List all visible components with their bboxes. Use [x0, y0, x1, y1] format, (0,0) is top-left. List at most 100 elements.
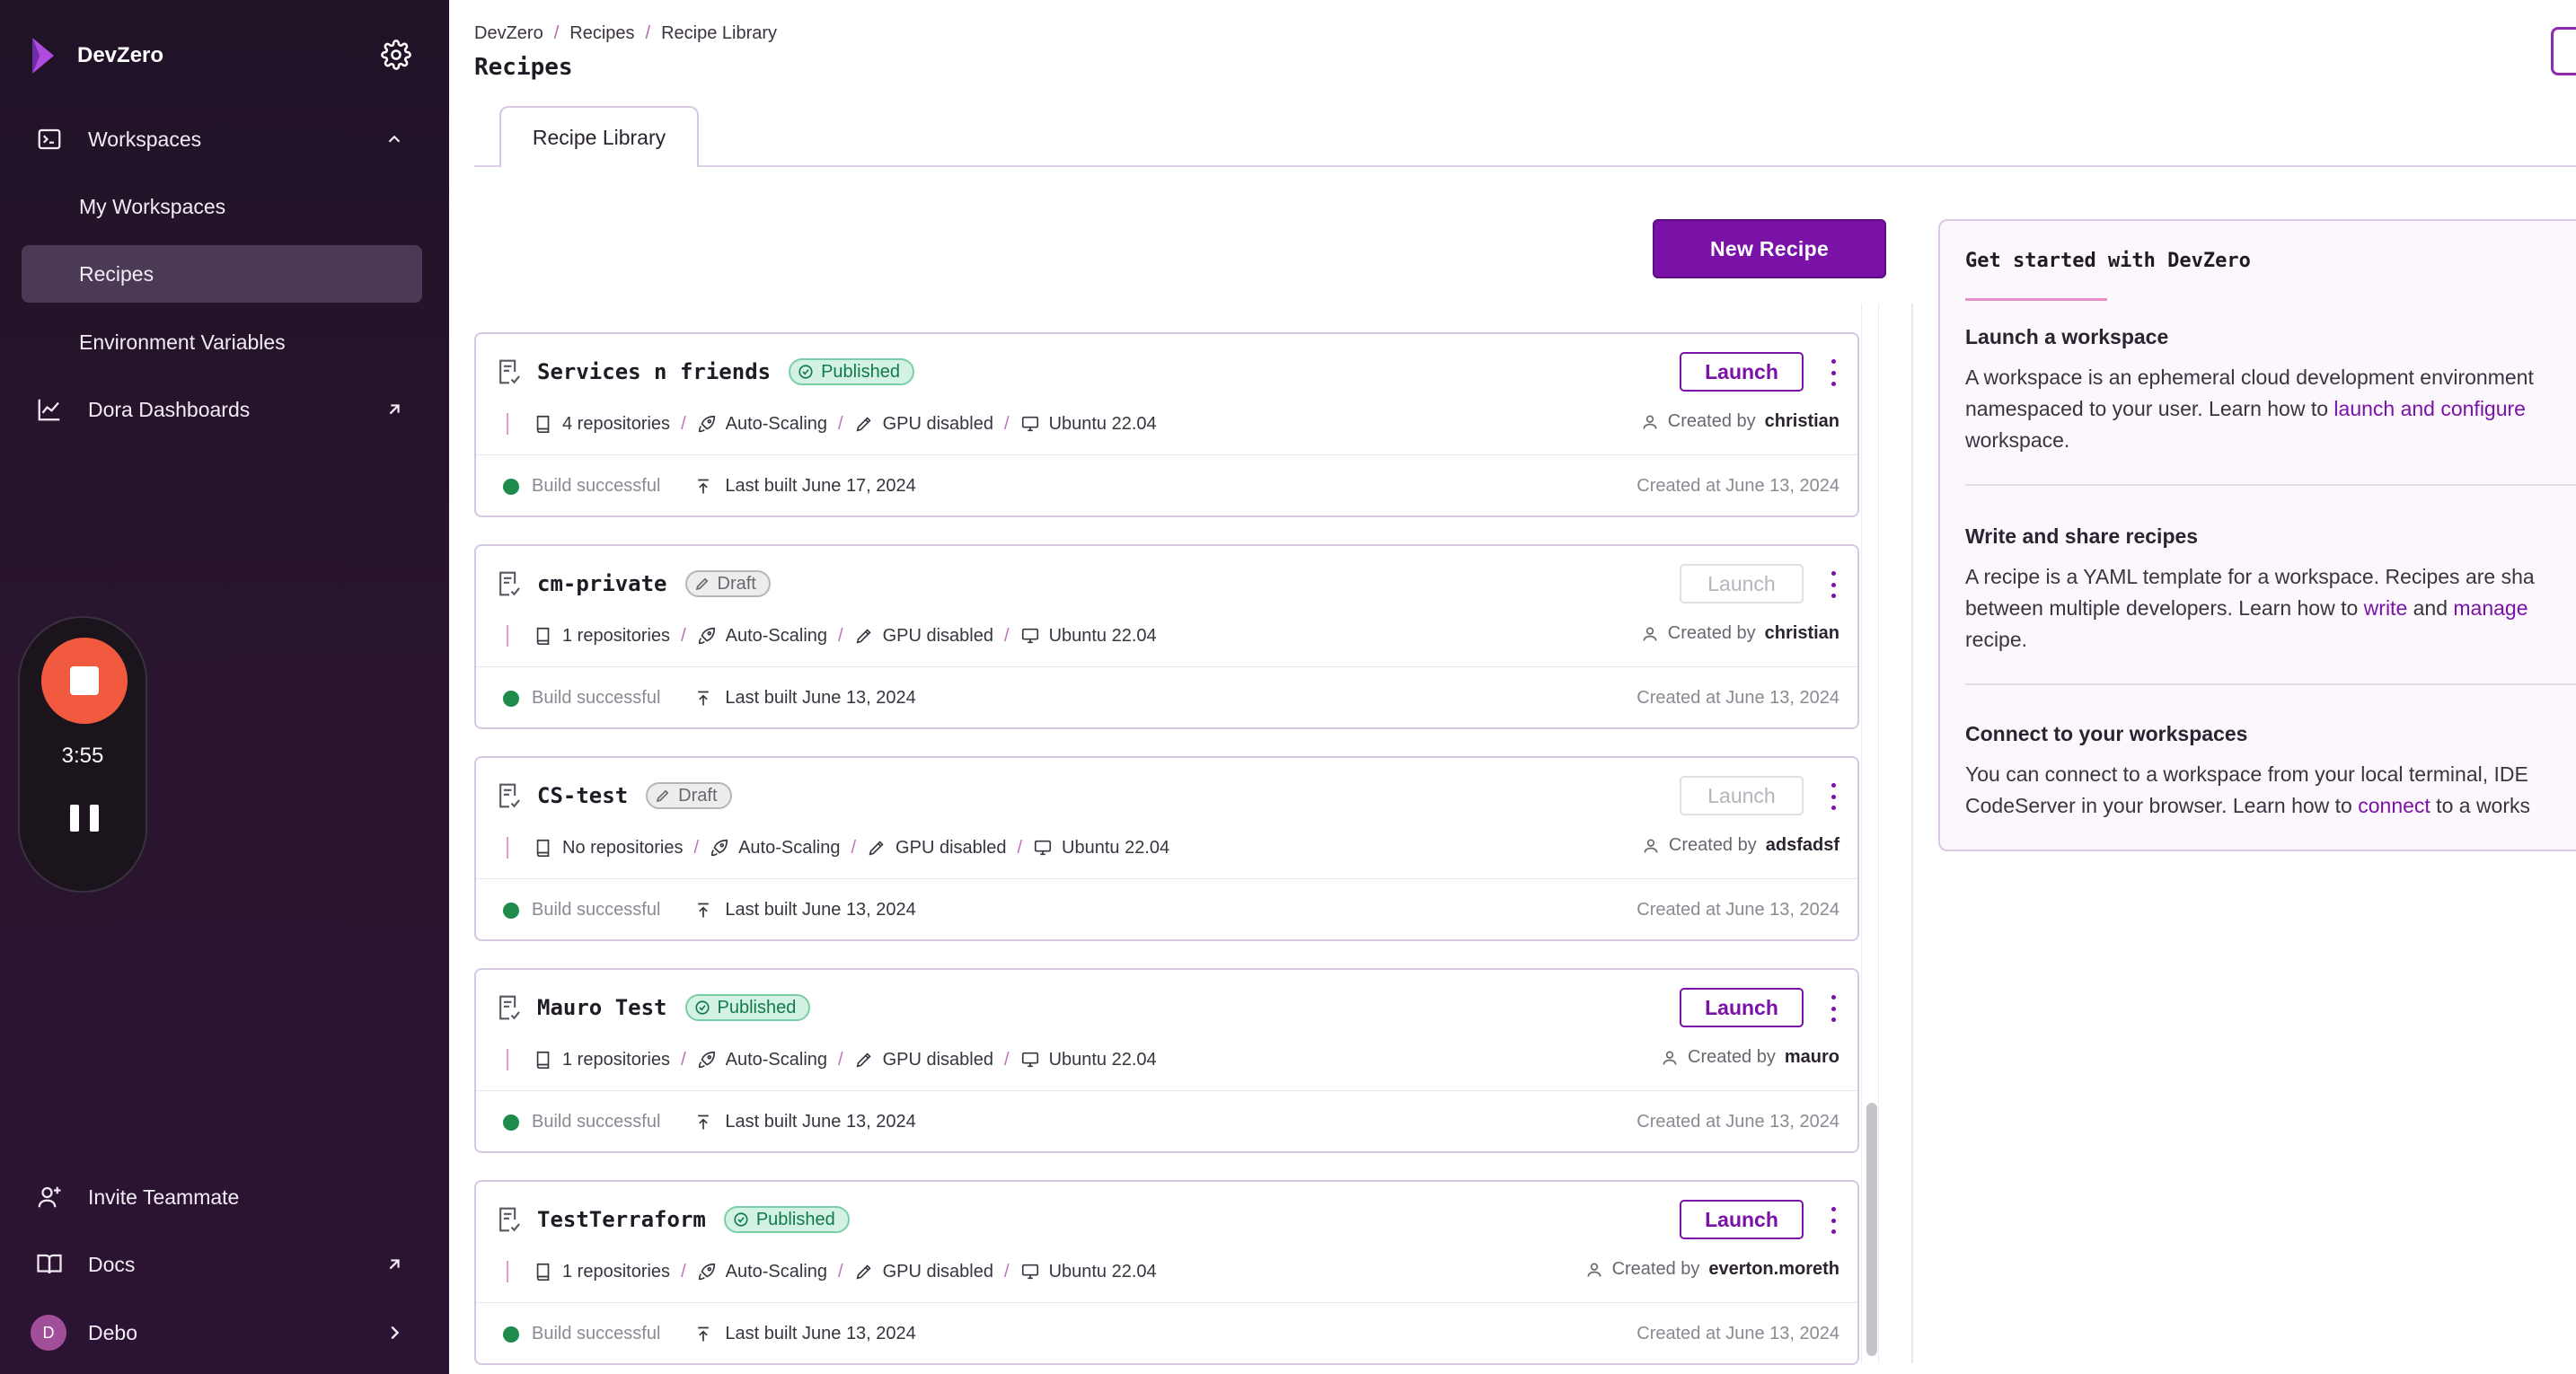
meta-separator: / — [1004, 625, 1010, 646]
created-at: Created at June 13, 2024 — [1636, 1324, 1839, 1343]
write-link[interactable]: write — [2364, 596, 2408, 620]
terminal-icon — [32, 122, 66, 156]
breadcrumb-devzero[interactable]: DevZero — [474, 23, 543, 44]
recipe-name[interactable]: Services n friends — [537, 359, 771, 384]
gear-icon[interactable] — [381, 40, 411, 70]
recipe-card[interactable]: CS-test Draft Launch No repositories / A… — [474, 756, 1859, 941]
pencil-icon — [695, 577, 708, 591]
section-divider — [1965, 484, 2576, 486]
published-badge: Published — [789, 358, 914, 385]
recipe-name[interactable]: Mauro Test — [537, 995, 667, 1020]
recipe-meta: 4 repositories / Auto-Scaling / GPU disa… — [507, 410, 1157, 438]
recipe-name[interactable]: TestTerraform — [537, 1207, 706, 1232]
launch-configure-link[interactable]: launch and configure — [2333, 397, 2526, 420]
status-label: Published — [821, 361, 900, 382]
nav-recipes[interactable]: Recipes — [22, 245, 422, 303]
gpu-info: GPU disabled — [854, 414, 993, 435]
upload-icon — [698, 691, 710, 705]
pause-icon[interactable] — [70, 805, 99, 833]
user-icon — [1587, 1263, 1601, 1277]
gpu-label: GPU disabled — [882, 625, 993, 646]
recipe-name[interactable]: cm-private — [537, 571, 667, 596]
page-title: Recipes — [474, 54, 573, 81]
last-built: Last built June 13, 2024 — [694, 1112, 916, 1132]
tab-recipe-library[interactable]: Recipe Library — [499, 106, 699, 167]
nav-dora-dashboards[interactable]: Dora Dashboards — [22, 382, 422, 437]
meta-accent-bar — [507, 1049, 508, 1070]
recipe-card[interactable]: cm-private Draft Launch 1 repositories /… — [474, 544, 1859, 729]
repositories-count: 1 repositories — [562, 1049, 671, 1070]
section-divider — [1965, 683, 2576, 685]
created-by-label: Created by — [1611, 1259, 1700, 1279]
status-label: Draft — [678, 785, 718, 806]
pen-icon — [869, 841, 884, 856]
more-options-icon[interactable] — [1829, 571, 1838, 598]
breadcrumb-recipes[interactable]: Recipes — [569, 23, 634, 44]
header-action-button[interactable] — [2551, 27, 2576, 75]
created-by: Created by mauro — [1661, 1047, 1839, 1068]
more-options-icon[interactable] — [1829, 783, 1838, 810]
recipe-card[interactable]: Mauro Test Published Launch 1 repositori… — [474, 968, 1859, 1153]
nav-workspaces[interactable]: Workspaces — [22, 111, 422, 167]
recipe-meta: 1 repositories / Auto-Scaling / GPU disa… — [507, 621, 1157, 650]
more-options-icon[interactable] — [1829, 359, 1838, 386]
recipe-card[interactable]: TestTerraform Published Launch 1 reposit… — [474, 1180, 1859, 1365]
meta-separator: / — [1017, 837, 1023, 858]
manage-link[interactable]: manage — [2453, 596, 2527, 620]
scrollbar-thumb[interactable] — [1866, 1103, 1877, 1356]
chart-line-icon — [32, 392, 66, 427]
launch-button: Launch — [1680, 564, 1804, 603]
last-built-label: Last built June 13, 2024 — [725, 1324, 916, 1343]
breadcrumb-recipe-library[interactable]: Recipe Library — [661, 23, 777, 44]
card-divider — [476, 454, 1857, 455]
check-circle-icon — [798, 365, 813, 379]
recipe-card[interactable]: Services n friends Published Launch 4 re… — [474, 332, 1859, 517]
brand[interactable]: DevZero — [29, 34, 163, 77]
connect-link[interactable]: connect — [2358, 794, 2430, 817]
nav-my-workspaces[interactable]: My Workspaces — [22, 178, 422, 235]
nav-invite-teammate[interactable]: Invite Teammate — [22, 1169, 422, 1225]
nav-docs-label: Docs — [88, 1252, 136, 1276]
build-status-label: Build successful — [532, 900, 661, 920]
more-options-icon[interactable] — [1829, 1207, 1838, 1234]
nav-docs[interactable]: Docs — [22, 1237, 422, 1292]
meta-separator: / — [838, 1261, 843, 1282]
os-info: Ubuntu 22.04 — [1020, 414, 1157, 435]
meta-separator: / — [838, 413, 843, 434]
launch-button[interactable]: Launch — [1680, 352, 1804, 392]
nav-environment-variables[interactable]: Environment Variables — [22, 313, 422, 371]
build-success-dot — [503, 1326, 519, 1343]
recipe-meta: 1 repositories / Auto-Scaling / GPU disa… — [507, 1045, 1157, 1074]
rocket-icon — [698, 415, 715, 433]
recipe-header: Services n friends Published — [496, 357, 914, 386]
new-recipe-button[interactable]: New Recipe — [1653, 219, 1886, 278]
user-icon — [1644, 839, 1658, 853]
meta-separator: / — [838, 625, 843, 646]
launch-button[interactable]: Launch — [1680, 988, 1804, 1027]
nav-user-profile[interactable]: D Debo — [22, 1305, 422, 1361]
last-built-label: Last built June 13, 2024 — [725, 900, 916, 920]
recipe-file-icon — [499, 1207, 520, 1232]
section-text: A recipe is a YAML template for a worksp… — [1965, 565, 2535, 588]
pen-icon — [856, 629, 871, 644]
upload-icon — [698, 903, 710, 917]
meta-accent-bar — [507, 625, 508, 647]
recipe-name[interactable]: CS-test — [537, 783, 628, 808]
chevron-right-icon — [381, 1319, 408, 1346]
last-built: Last built June 13, 2024 — [694, 688, 916, 709]
repositories-info: 1 repositories — [534, 1050, 670, 1070]
meta-separator: / — [1004, 413, 1010, 434]
get-started-panel: Get started with DevZero Launch a worksp… — [1938, 219, 2576, 851]
chevron-up-icon[interactable] — [381, 126, 408, 153]
section-launch-workspace: Launch a workspace A workspace is an eph… — [1965, 325, 2576, 456]
section-text: You can connect to a workspace from your… — [1965, 762, 2528, 786]
more-options-icon[interactable] — [1829, 995, 1838, 1022]
external-link-icon — [381, 396, 408, 423]
tab-divider — [474, 165, 2576, 167]
rocket-icon — [698, 1051, 715, 1069]
repositories-info: 4 repositories — [534, 414, 670, 435]
launch-button[interactable]: Launch — [1680, 1200, 1804, 1239]
last-built: Last built June 17, 2024 — [694, 476, 916, 497]
stop-recording-button[interactable] — [41, 638, 128, 724]
scaling-label: Auto-Scaling — [725, 1049, 828, 1070]
